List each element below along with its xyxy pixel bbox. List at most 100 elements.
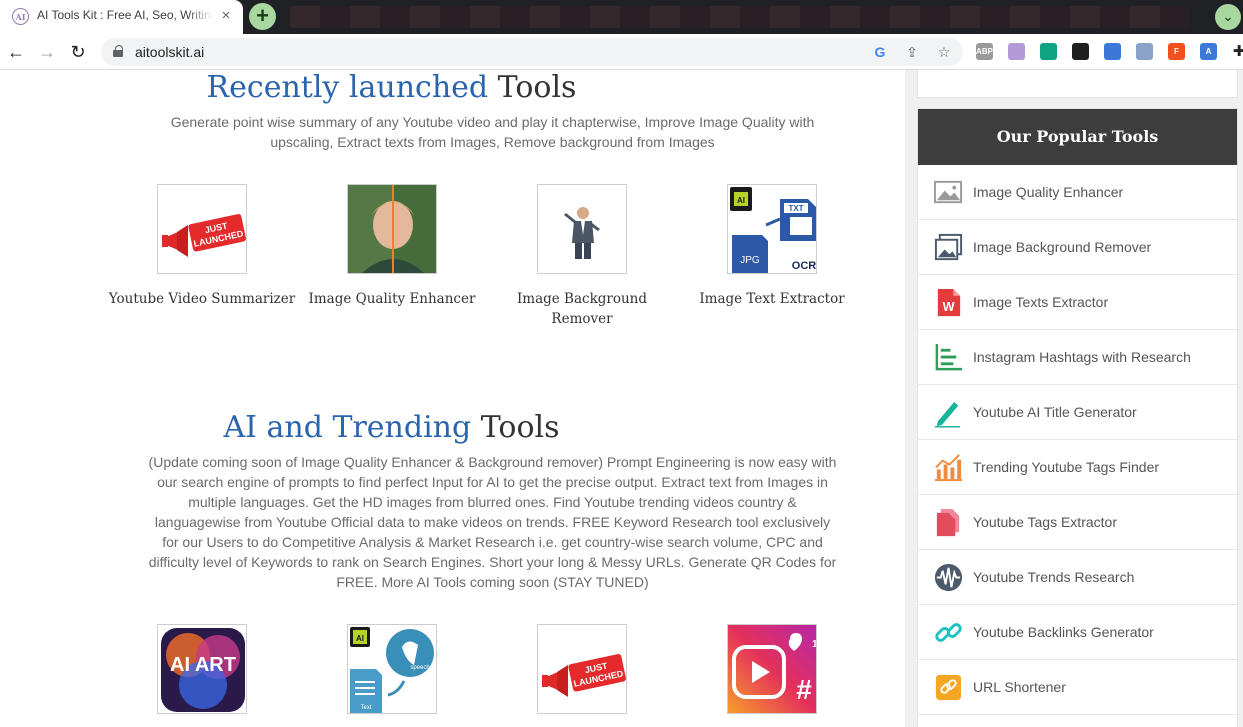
txt-text: TXT bbox=[788, 204, 803, 213]
notification-count: 1 bbox=[812, 639, 817, 650]
abp-icon[interactable]: ABP bbox=[976, 43, 993, 60]
jpg-text: JPG bbox=[740, 255, 760, 266]
speech-text: speech bbox=[410, 665, 429, 671]
recent-tools-heading: Recently launched Tools bbox=[0, 70, 783, 105]
tab-strip-background bbox=[290, 6, 1190, 28]
pencil-icon bbox=[933, 397, 964, 428]
svg-text:W: W bbox=[943, 300, 955, 314]
text-text: Text bbox=[360, 705, 371, 711]
browser-tab-active[interactable]: AI AI Tools Kit : Free AI, Seo, Writing … bbox=[0, 0, 243, 34]
google-lens-icon[interactable]: G bbox=[871, 43, 889, 61]
ocr-text: OCR bbox=[792, 260, 817, 272]
sidebar-item-label[interactable]: URL Shortener bbox=[973, 679, 1066, 695]
image-icon bbox=[933, 177, 964, 208]
sidebar-item-label[interactable]: Image Quality Enhancer bbox=[973, 184, 1123, 200]
address-bar[interactable]: aitoolskit.ai G ⇪ ☆ bbox=[101, 38, 963, 66]
sidebar-item-label[interactable]: Trending Youtube Tags Finder bbox=[973, 459, 1159, 475]
browser-toolbar: ← → ↻ aitoolskit.ai G ⇪ ☆ ABP F A ✚ bbox=[0, 34, 1243, 70]
waveform-icon bbox=[933, 562, 964, 593]
bookmark-star-icon[interactable]: ☆ bbox=[935, 43, 953, 61]
reels-hashtag-icon[interactable]: 1 # bbox=[727, 624, 817, 714]
trending-tools-description: (Update coming soon of Image Quality Enh… bbox=[148, 454, 837, 590]
back-arrow-icon[interactable]: ← bbox=[4, 40, 28, 64]
bar-chart-icon bbox=[933, 452, 964, 483]
sidebar-item-label[interactable]: Youtube AI Title Generator bbox=[973, 404, 1137, 420]
sidebar-item-youtube-tags-extractor[interactable]: Youtube Tags Extractor bbox=[918, 495, 1237, 550]
portrait-photo-icon[interactable] bbox=[347, 184, 437, 274]
sidebar-item-label[interactable]: Image Background Remover bbox=[973, 239, 1151, 255]
sidebar-item-image-texts-extractor[interactable]: W Image Texts Extractor bbox=[918, 275, 1237, 330]
forward-arrow-icon[interactable]: → bbox=[35, 40, 59, 64]
ai-art-icon[interactable]: AI ART bbox=[157, 624, 247, 714]
trending-heading-highlight: AI and Trending bbox=[223, 410, 472, 445]
tab-title: AI Tools Kit : Free AI, Seo, Writing bbox=[37, 8, 213, 22]
just-launched-icon[interactable]: JUST LAUNCHED bbox=[537, 624, 627, 714]
sidebar-item-image-quality-enhancer[interactable]: Image Quality Enhancer bbox=[918, 165, 1237, 220]
tool-card-image-text-extractor[interactable]: AI TXT JPG OCR Image Text Extractor bbox=[677, 184, 867, 309]
extensions-puzzle-icon[interactable]: ✚ bbox=[1227, 40, 1243, 64]
tab-close-icon[interactable]: × bbox=[218, 8, 234, 24]
popular-tools-widget: Our Popular Tools Image Quality Enhancer… bbox=[917, 108, 1238, 727]
recent-tools-description: Generate point wise summary of any Youtu… bbox=[170, 114, 815, 150]
sidebar-item-label[interactable]: Youtube Backlinks Generator bbox=[973, 624, 1154, 640]
page-content: Recently launched Tools Generate point w… bbox=[0, 70, 1243, 727]
sidebar-item-youtube-ai-title-generator[interactable]: Youtube AI Title Generator bbox=[918, 385, 1237, 440]
sidebar-item-url-shortener[interactable]: URL Shortener bbox=[918, 660, 1237, 715]
popular-tools-list: Image Quality Enhancer Image Background R… bbox=[918, 165, 1237, 715]
share-icon[interactable]: ⇪ bbox=[903, 43, 921, 61]
url-text[interactable]: aitoolskit.ai bbox=[135, 44, 204, 60]
ai-chip-text: AI bbox=[737, 196, 745, 205]
tool-card-youtube-video-summarizer[interactable]: JUST LAUNCHED Youtube Video Summarizer bbox=[107, 184, 297, 309]
tool-card-just-launched[interactable]: JUST LAUNCHED bbox=[487, 624, 677, 714]
sidebar-item-label[interactable]: Youtube Tags Extractor bbox=[973, 514, 1117, 530]
reload-icon[interactable]: ↻ bbox=[66, 40, 90, 64]
just-launched-icon[interactable]: JUST LAUNCHED bbox=[157, 184, 247, 274]
tool-card-text-to-speech[interactable]: AI speech Text bbox=[297, 624, 487, 714]
new-tab-button[interactable]: + bbox=[249, 3, 276, 30]
businessman-icon[interactable] bbox=[537, 184, 627, 274]
extension-blue-icon[interactable] bbox=[1104, 43, 1121, 60]
sidebar-item-label[interactable]: Youtube Trends Research bbox=[973, 569, 1134, 585]
tool-label[interactable]: Youtube Video Summarizer bbox=[107, 289, 297, 309]
tool-card-ai-art[interactable]: AI ART bbox=[107, 624, 297, 714]
tool-label[interactable]: Image Text Extractor bbox=[677, 289, 867, 309]
extension-dark-icon[interactable] bbox=[1072, 43, 1089, 60]
trending-tools-heading: AI and Trending Tools bbox=[0, 410, 783, 445]
translate-icon[interactable]: A bbox=[1200, 43, 1217, 60]
sidebar-item-instagram-hashtags-with-research[interactable]: Instagram Hashtags with Research bbox=[918, 330, 1237, 385]
extension-green-icon[interactable] bbox=[1040, 43, 1057, 60]
ocr-icon[interactable]: AI TXT JPG OCR bbox=[727, 184, 817, 274]
site-favicon-icon: AI bbox=[12, 8, 29, 25]
tool-card-reels-hashtags[interactable]: 1 # bbox=[677, 624, 867, 714]
word-doc-icon: W bbox=[933, 287, 964, 318]
shield-extension-icon[interactable] bbox=[1136, 43, 1153, 60]
short-link-icon bbox=[933, 672, 964, 703]
sidebar-item-trending-youtube-tags-finder[interactable]: Trending Youtube Tags Finder bbox=[918, 440, 1237, 495]
recent-heading-rest: Tools bbox=[488, 70, 577, 105]
sidebar-top-card bbox=[917, 70, 1238, 98]
sidebar-item-image-background-remover[interactable]: Image Background Remover bbox=[918, 220, 1237, 275]
sidebar-item-youtube-trends-research[interactable]: Youtube Trends Research bbox=[918, 550, 1237, 605]
main-column: Recently launched Tools Generate point w… bbox=[0, 70, 905, 727]
tab-search-chevron-icon[interactable]: ⌄ bbox=[1215, 4, 1241, 30]
tool-label[interactable]: Image Background Remover bbox=[487, 289, 677, 329]
recent-heading-highlight: Recently launched bbox=[206, 70, 489, 105]
figma-icon[interactable]: F bbox=[1168, 43, 1185, 60]
tool-card-image-background-remover[interactable]: Image Background Remover bbox=[487, 184, 677, 329]
text-to-speech-icon[interactable]: AI speech Text bbox=[347, 624, 437, 714]
tool-card-image-quality-enhancer[interactable]: Image Quality Enhancer bbox=[297, 184, 487, 309]
sidebar-item-label[interactable]: Instagram Hashtags with Research bbox=[973, 349, 1191, 365]
sidebar-item-youtube-backlinks-generator[interactable]: Youtube Backlinks Generator bbox=[918, 605, 1237, 660]
link-icon bbox=[933, 617, 964, 648]
tool-label[interactable]: Image Quality Enhancer bbox=[297, 289, 487, 309]
ai-art-text: AI ART bbox=[170, 654, 236, 676]
extension-purple-icon[interactable] bbox=[1008, 43, 1025, 60]
ai-chip-text: AI bbox=[356, 634, 364, 643]
sidebar-item-label[interactable]: Image Texts Extractor bbox=[973, 294, 1108, 310]
gallery-icon bbox=[933, 232, 964, 263]
tree-chart-icon bbox=[933, 342, 964, 373]
tab-strip: AI AI Tools Kit : Free AI, Seo, Writing … bbox=[0, 0, 1243, 34]
document-icon bbox=[933, 507, 964, 538]
lock-icon[interactable] bbox=[113, 45, 123, 57]
svg-text:#: # bbox=[796, 674, 812, 705]
